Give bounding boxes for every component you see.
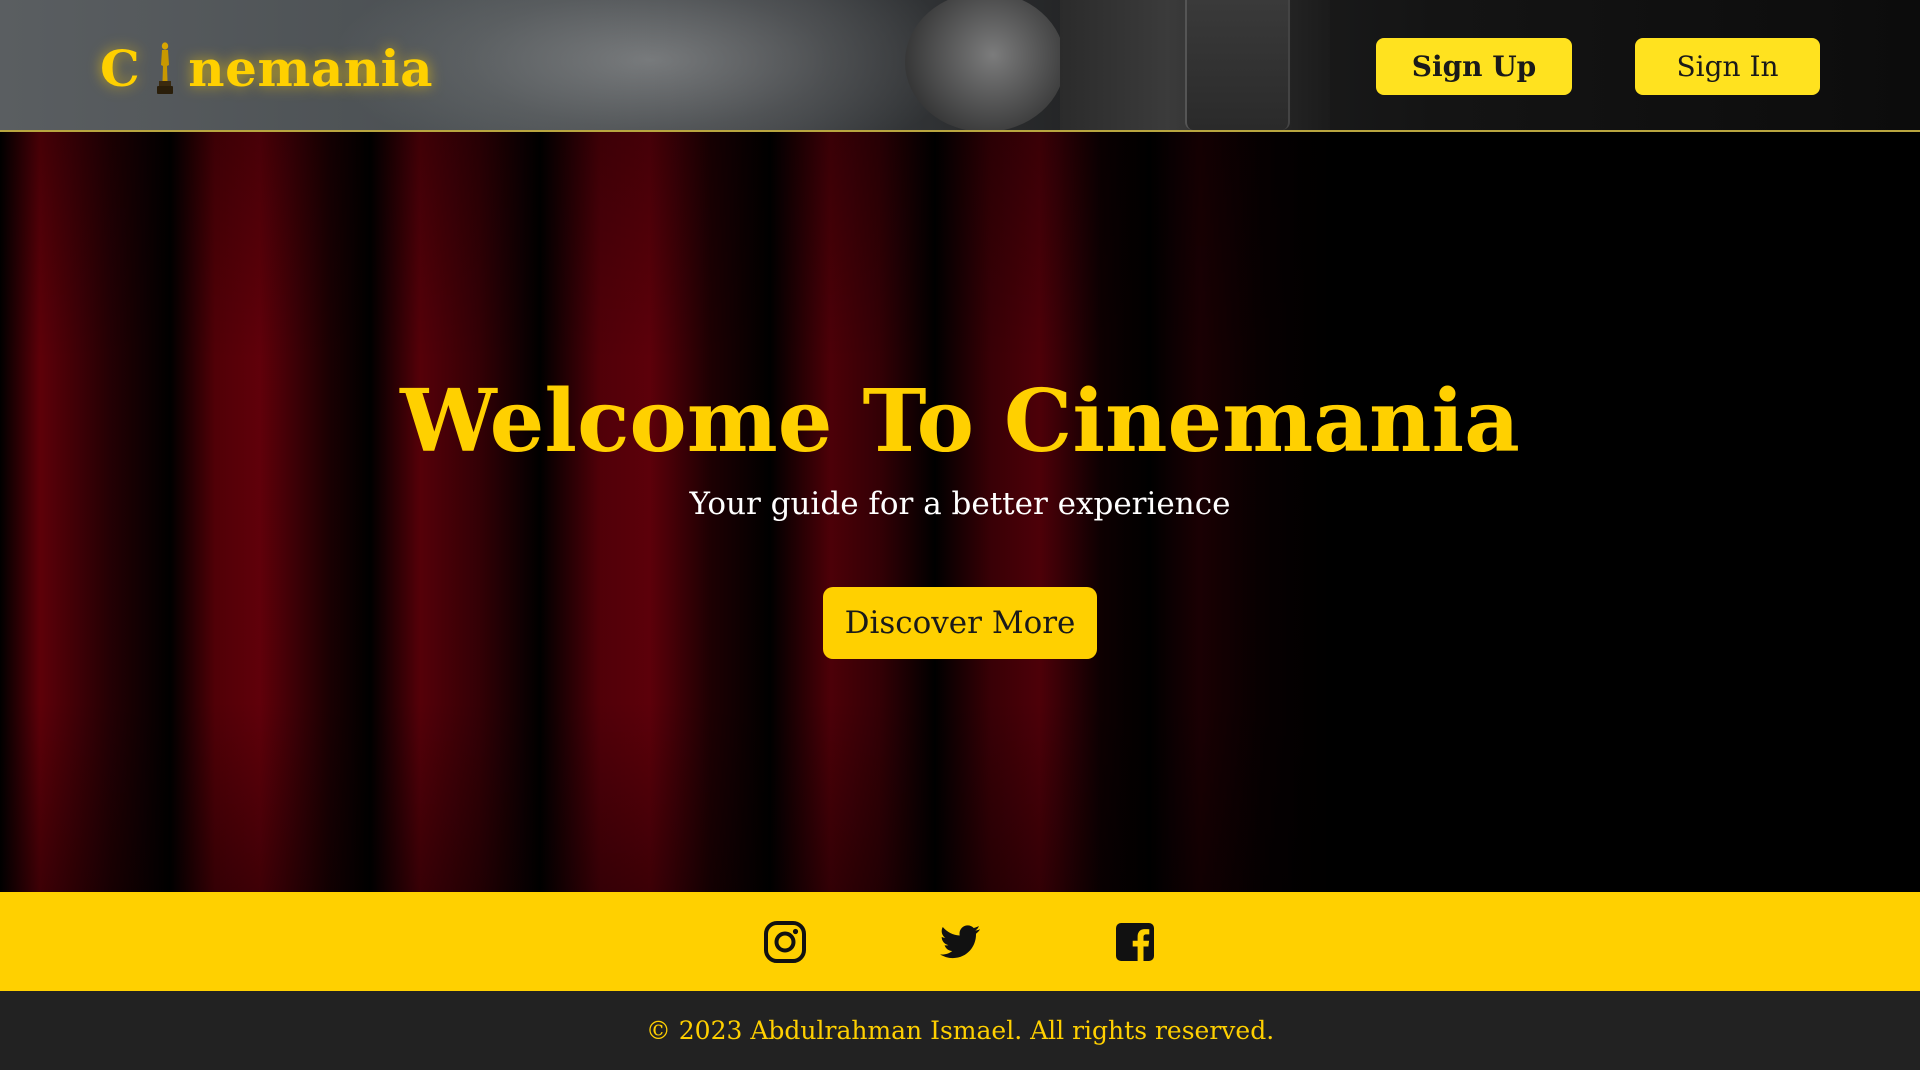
logo-link[interactable]: C nemania: [100, 38, 433, 98]
oscar-statuette-icon: [148, 39, 182, 97]
site-footer: © 2023 Abdulrahman Ismael. All rights re…: [0, 991, 1920, 1070]
projector-lens: [905, 0, 1065, 130]
twitter-icon[interactable]: [938, 920, 982, 964]
hero-subtitle: Your guide for a better experience: [689, 486, 1231, 522]
sign-up-button[interactable]: Sign Up: [1376, 38, 1572, 95]
sign-in-button[interactable]: Sign In: [1635, 38, 1820, 95]
logo-suffix: nemania: [188, 38, 434, 98]
projector-plate: [1185, 0, 1290, 130]
hero-section: Welcome To Cinemania Your guide for a be…: [0, 132, 1920, 892]
discover-more-button[interactable]: Discover More: [823, 587, 1097, 659]
instagram-icon[interactable]: [763, 920, 807, 964]
hero-title: Welcome To Cinemania: [400, 371, 1520, 472]
copyright-text: © 2023 Abdulrahman Ismael. All rights re…: [645, 1016, 1275, 1045]
social-links-bar: [0, 892, 1920, 991]
site-header: C nemania Sign Up Sign In: [0, 0, 1920, 132]
facebook-icon[interactable]: [1113, 920, 1157, 964]
logo-prefix: C: [100, 38, 141, 98]
